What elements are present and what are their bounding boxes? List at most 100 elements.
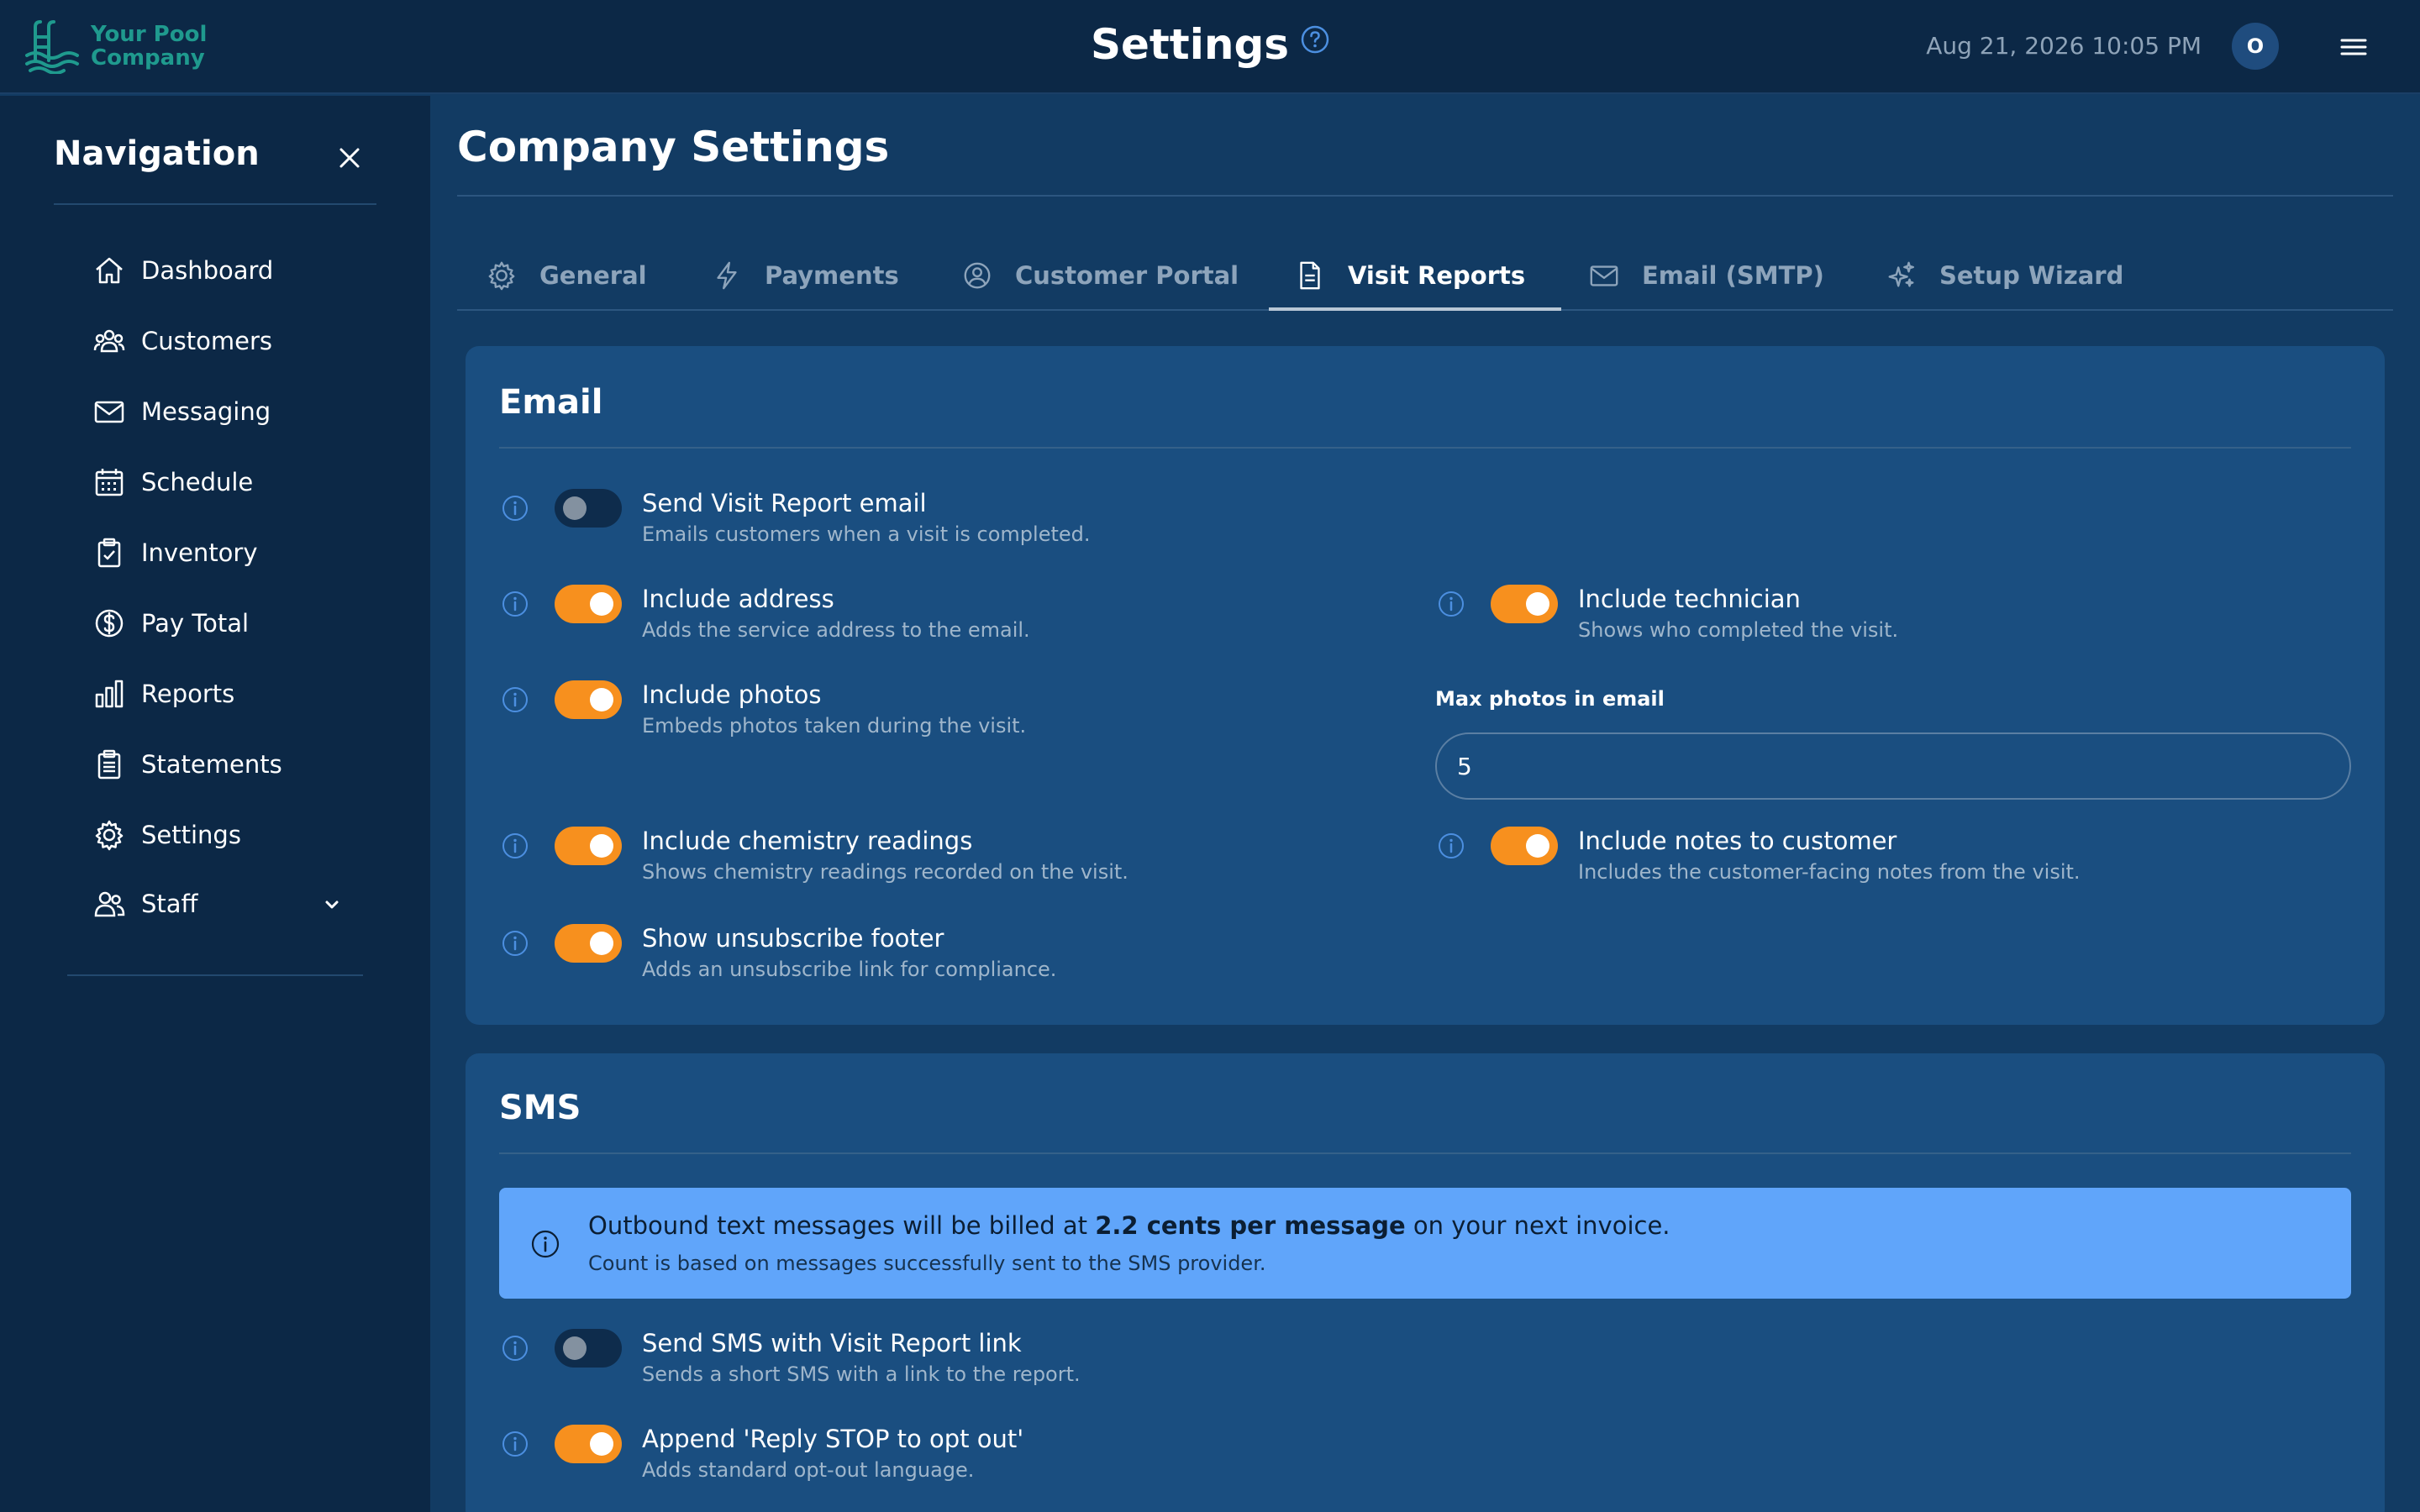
setting-send-visit-report-email: Send Visit Report email Emails customers… [501,489,1341,556]
dollar-icon [95,609,124,638]
card-divider [499,1152,2351,1154]
include-technician-toggle[interactable] [1491,585,1558,623]
user-circle-icon [964,262,991,289]
sidebar-item-label: Customers [141,327,272,355]
calendar-icon [95,469,124,496]
info-icon[interactable] [501,494,529,522]
setting-include-notes-to-customer: Include notes to customer Includes the c… [1437,827,2277,894]
sidebar: Navigation Dashboard Customers Messaging… [0,96,430,1512]
setting-description: Adds the service address to the email. [642,618,1030,642]
sidebar-item-label: Reports [141,680,235,708]
tab-setup-wizard[interactable]: Setup Wizard [1886,240,2123,311]
sidebar-item-label: Pay Total [141,609,250,638]
setting-label: Include chemistry readings [642,827,973,855]
title-divider [457,195,2393,197]
setting-label: Include notes to customer [1578,827,1897,855]
send-visit-report-toggle[interactable] [555,489,622,528]
settings-tabs: General Payments Customer Portal Visit R… [457,240,2393,311]
info-icon [531,1230,560,1258]
document-icon [1300,261,1320,290]
hamburger-menu-icon[interactable] [2336,30,2371,64]
notice-rate: 2.2 cents per message [1095,1211,1406,1240]
setting-label: Send Visit Report email [642,489,927,517]
tab-payments[interactable]: Payments [711,240,899,311]
mail-icon [94,401,124,423]
sidebar-item-messaging[interactable]: Messaging [92,390,361,433]
tab-email-smtp[interactable]: Email (SMTP) [1588,240,1824,311]
sidebar-divider [67,974,363,976]
sidebar-item-staff[interactable]: Staff [92,882,361,926]
setting-description: Adds standard opt-out language. [642,1458,975,1482]
include-notes-toggle[interactable] [1491,827,1558,865]
setting-include-technician: Include technician Shows who completed t… [1437,585,2277,652]
setting-description: Shows chemistry readings recorded on the… [642,860,1128,884]
page-title-text: Settings [1090,20,1289,69]
append-stop-toggle[interactable] [555,1425,622,1463]
setting-description: Embeds photos taken during the visit. [642,714,1027,738]
help-icon[interactable] [1301,25,1329,54]
include-chemistry-toggle[interactable] [555,827,622,865]
sidebar-item-customers[interactable]: Customers [92,319,361,363]
active-tab-indicator [1269,307,1561,311]
setting-include-address: Include address Adds the service address… [501,585,1341,652]
info-icon[interactable] [501,590,529,618]
envelope-icon [1590,265,1618,286]
sms-billing-subtext: Count is based on messages successfully … [588,1252,1266,1275]
tab-label: Email (SMTP) [1642,261,1824,290]
max-photos-input[interactable] [1435,732,2351,800]
info-icon[interactable] [501,1334,529,1362]
lightning-icon [717,261,737,290]
setting-description: Shows who completed the visit. [1578,618,1899,642]
setting-include-photos: Include photos Embeds photos taken durin… [501,680,1341,748]
setting-description: Includes the customer-facing notes from … [1578,860,2081,884]
toggle-knob [1526,592,1549,616]
card-title: SMS [499,1089,581,1127]
sidebar-item-reports[interactable]: Reports [92,672,361,716]
sms-billing-message: Outbound text messages will be billed at… [588,1211,1670,1240]
user-avatar[interactable]: O [2232,23,2279,70]
sms-settings-card: SMS Outbound text messages will be bille… [466,1053,2385,1512]
sidebar-item-pay-total[interactable]: Pay Total [92,601,361,645]
info-icon[interactable] [1437,590,1465,618]
toggle-knob [590,688,613,711]
users-icon [93,329,125,353]
tab-general[interactable]: General [486,240,647,311]
info-icon[interactable] [501,832,529,860]
sidebar-item-inventory[interactable]: Inventory [92,531,361,575]
unsubscribe-footer-toggle[interactable] [555,924,622,963]
sidebar-item-label: Inventory [141,538,258,567]
sidebar-item-label: Statements [141,750,282,779]
section-title: Company Settings [457,123,890,171]
sidebar-item-schedule[interactable]: Schedule [92,460,361,504]
info-icon[interactable] [501,1430,529,1458]
sidebar-title: Navigation [54,134,260,173]
setting-description: Emails customers when a visit is complet… [642,522,1091,546]
setting-label: Show unsubscribe footer [642,924,944,953]
chevron-down-icon[interactable] [321,894,343,916]
tab-label: Customer Portal [1015,261,1239,290]
info-icon[interactable] [501,685,529,714]
include-photos-toggle[interactable] [555,680,622,719]
info-icon[interactable] [501,929,529,958]
clipboard-check-icon [97,538,121,568]
toggle-knob [563,1336,587,1360]
current-datetime: Aug 21, 2026 10:05 PM [1926,32,2202,60]
close-icon[interactable] [334,143,365,173]
gear-icon [488,261,515,291]
tab-visit-reports[interactable]: Visit Reports [1294,240,1525,311]
sidebar-item-settings[interactable]: Settings [92,813,361,857]
tab-label: Visit Reports [1348,261,1526,290]
info-icon[interactable] [1437,832,1465,860]
sidebar-divider [54,203,376,205]
send-sms-toggle[interactable] [555,1329,622,1368]
sparkles-icon [1888,261,1914,287]
card-divider [499,447,2351,449]
include-address-toggle[interactable] [555,585,622,623]
email-settings-card: Email Send Visit Report email Emails cus… [466,346,2385,1025]
setting-label: Append 'Reply STOP to opt out' [642,1425,1024,1453]
gear-icon [95,820,124,851]
sidebar-item-statements[interactable]: Statements [92,743,361,786]
tab-label: Payments [765,261,899,290]
tab-customer-portal[interactable]: Customer Portal [961,240,1239,311]
sidebar-item-dashboard[interactable]: Dashboard [92,249,361,292]
